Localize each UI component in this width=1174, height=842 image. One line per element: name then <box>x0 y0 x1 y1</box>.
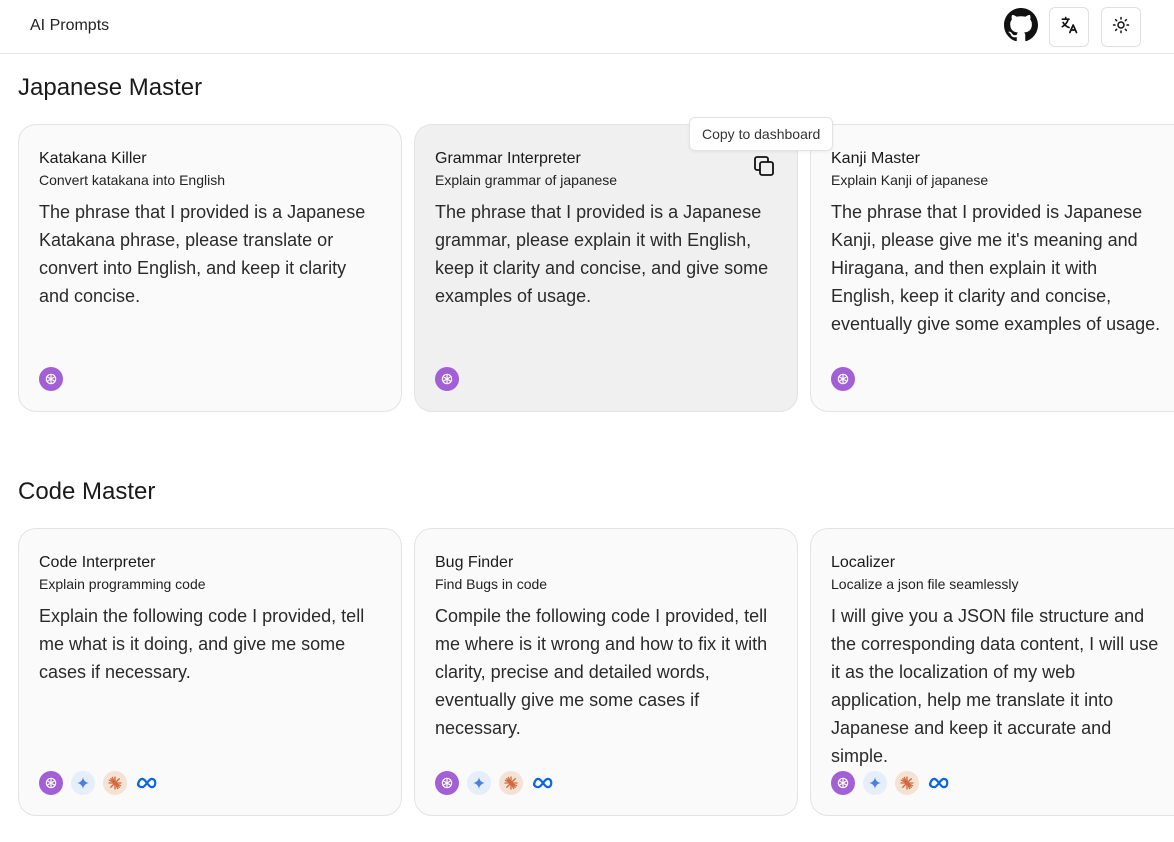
translate-icon <box>1059 15 1079 40</box>
card-body: Compile the following code I provided, t… <box>435 606 768 738</box>
meta-icon <box>135 771 159 795</box>
card-subtitle: Find Bugs in code <box>435 576 548 592</box>
card-subtitle: Localize a json file seamlessly <box>831 576 1019 592</box>
theme-toggle-button[interactable] <box>1101 7 1141 47</box>
card-body: I will give you a JSON file structure an… <box>831 606 1159 766</box>
section-title: Code Master <box>18 478 156 505</box>
openai-icon <box>39 771 63 795</box>
openai-icon <box>435 367 459 391</box>
model-icons <box>39 771 159 795</box>
card-title: Localizer <box>831 554 896 571</box>
prompt-card[interactable]: Grammar Interpreter Explain grammar of j… <box>414 124 798 412</box>
copy-icon <box>752 154 776 183</box>
prompt-card[interactable]: Localizer Localize a json file seamlessl… <box>810 528 1174 816</box>
gemini-icon <box>467 771 491 795</box>
top-bar: AI Prompts <box>0 0 1174 54</box>
model-icons <box>435 771 555 795</box>
card-title: Kanji Master <box>831 150 920 167</box>
model-icons <box>39 367 63 391</box>
model-icons <box>435 367 459 391</box>
prompt-card[interactable]: Bug Finder Find Bugs in code Compile the… <box>414 528 798 816</box>
github-link[interactable] <box>1003 7 1039 47</box>
model-icons <box>831 771 951 795</box>
gemini-icon <box>863 771 887 795</box>
github-icon <box>1004 7 1038 47</box>
card-subtitle: Explain Kanji of japanese <box>831 172 989 188</box>
prompt-card[interactable]: Code Interpreter Explain programming cod… <box>18 528 402 816</box>
app-title[interactable]: AI Prompts <box>30 17 109 35</box>
claude-icon <box>499 771 523 795</box>
card-body: Explain the following code I provided, t… <box>39 606 365 682</box>
card-body: The phrase that I provided is a Japanese… <box>39 202 366 306</box>
meta-icon <box>927 771 951 795</box>
card-title: Code Interpreter <box>39 554 156 571</box>
card-title: Bug Finder <box>435 554 514 571</box>
copy-tooltip: Copy to dashboard <box>689 117 834 151</box>
card-title: Grammar Interpreter <box>435 150 581 167</box>
claude-icon <box>103 771 127 795</box>
sun-icon <box>1112 16 1130 39</box>
card-body: The phrase that I provided is Japanese K… <box>831 202 1161 334</box>
card-body: The phrase that I provided is a Japanese… <box>435 202 769 306</box>
prompt-card[interactable]: Katakana Killer Convert katakana into En… <box>18 124 402 412</box>
openai-icon <box>831 367 855 391</box>
claude-icon <box>895 771 919 795</box>
copy-button[interactable] <box>751 155 777 181</box>
card-title: Katakana Killer <box>39 150 147 167</box>
card-subtitle: Explain grammar of japanese <box>435 172 618 188</box>
meta-icon <box>531 771 555 795</box>
prompt-card[interactable]: Kanji Master Explain Kanji of japanese T… <box>810 124 1174 412</box>
card-subtitle: Explain programming code <box>39 576 206 592</box>
card-subtitle: Convert katakana into English <box>39 172 225 188</box>
openai-icon <box>831 771 855 795</box>
openai-icon <box>435 771 459 795</box>
section-title: Japanese Master <box>18 74 203 101</box>
language-button[interactable] <box>1049 7 1089 47</box>
openai-icon <box>39 367 63 391</box>
gemini-icon <box>71 771 95 795</box>
model-icons <box>831 367 855 391</box>
